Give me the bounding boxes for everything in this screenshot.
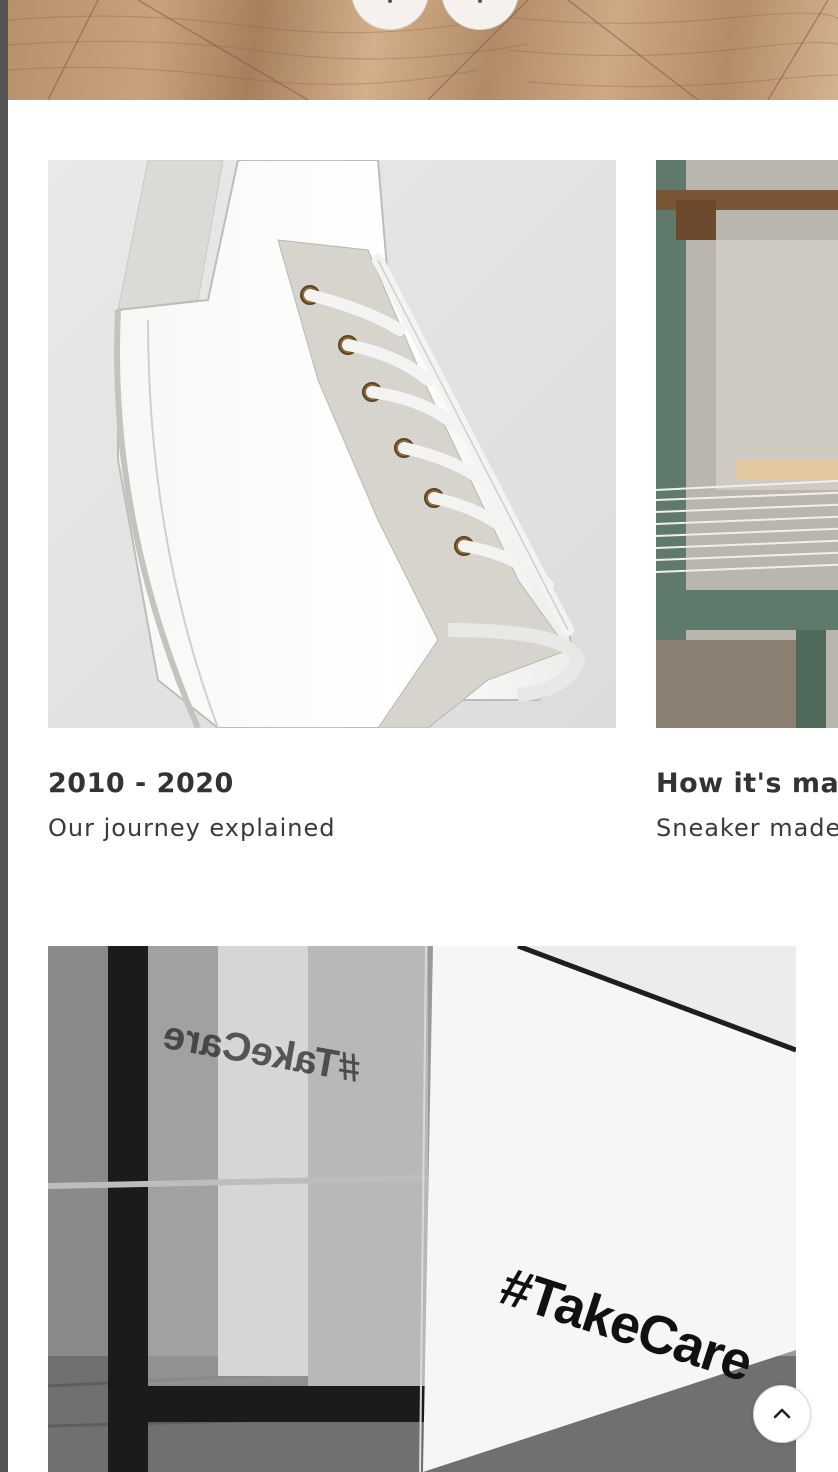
chevron-left-icon <box>388 0 392 3</box>
chevron-right-icon <box>478 0 482 3</box>
chevron-up-icon <box>773 1408 791 1419</box>
card-subtitle: Sneaker made <box>656 814 838 842</box>
card-title[interactable]: 2010 - 2020 <box>48 768 234 799</box>
card-subtitle: Our journey explained <box>48 814 336 842</box>
browser-edge <box>0 0 8 1472</box>
sneaker-image[interactable] <box>48 160 616 728</box>
hero-image-strip <box>8 0 838 100</box>
card-title[interactable]: How it's mad <box>656 768 838 799</box>
story-card[interactable]: 2010 - 2020 Our journey explained <box>48 160 616 842</box>
store-window-illustration <box>48 946 796 1472</box>
sneaker-illustration <box>48 160 616 728</box>
wood-texture <box>8 0 838 100</box>
page: 2010 - 2020 Our journey explained How it… <box>0 0 838 1472</box>
story-card[interactable]: How it's mad Sneaker made <box>656 160 838 842</box>
takecare-feature-image[interactable] <box>48 946 796 1472</box>
loom-illustration <box>656 160 838 728</box>
loom-image[interactable] <box>656 160 838 728</box>
scroll-to-top-button[interactable] <box>753 1385 811 1443</box>
